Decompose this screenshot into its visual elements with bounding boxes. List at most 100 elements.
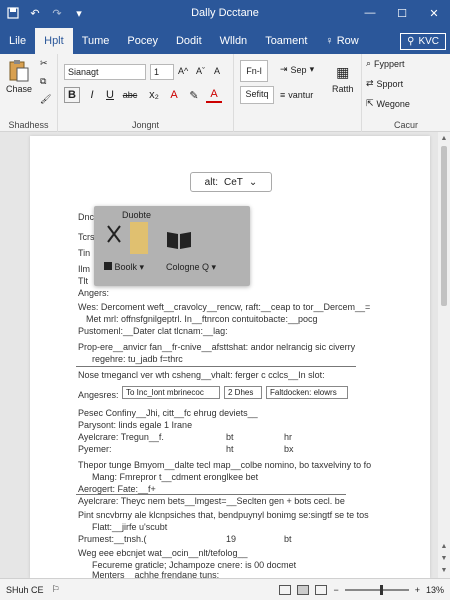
replace-button[interactable]: ⇄ Spport: [366, 78, 403, 89]
tab-layout[interactable]: Dodit: [167, 28, 211, 54]
doc-line: Angesres:: [78, 390, 119, 400]
style-gallery-popup[interactable]: Duobte Boolk ▾ Cologne Q ▾: [94, 206, 250, 286]
find-button[interactable]: ⌕ Fyppert: [366, 58, 405, 69]
doc-line: Mang: Fmrepror t__cdment eronglkee bet: [92, 472, 259, 482]
title-bar: ↶ ↷ ▾ Dally Dcctane — ☐ ✕: [0, 0, 450, 26]
customize-qat-icon[interactable]: ▾: [70, 4, 88, 22]
doc-line: Prop-ere__anvicr fan__fr-cnive__afsttsha…: [78, 342, 356, 352]
paste-button[interactable]: Chase: [6, 58, 32, 94]
doc-line: Prumest:__tnsh.(: [78, 534, 147, 544]
select-icon: ⇱: [366, 98, 374, 108]
tab-references[interactable]: Wlldn: [211, 28, 257, 54]
paste-icon: [9, 60, 29, 82]
print-layout-icon[interactable]: [297, 584, 310, 595]
copy-icon[interactable]: ⧉: [40, 76, 46, 87]
status-bar: SHuh CE ⚐ − + 13%: [0, 578, 450, 600]
text-color-icon[interactable]: A: [206, 87, 222, 103]
search-box[interactable]: ⚲ KVC: [400, 33, 446, 50]
highlight-icon[interactable]: ✎: [186, 87, 202, 103]
shrink-font-icon[interactable]: Aˇ: [196, 66, 205, 76]
black-square-icon: [104, 262, 112, 270]
font-size-input[interactable]: 1: [150, 64, 174, 80]
editing-group: ⌕ Fyppert ⇄ Spport ⇱ Wegone Cacur: [362, 54, 450, 132]
doc-line: Ayelcrare: Theyc nem bets__lmgest=__Secl…: [78, 496, 345, 506]
bold-button[interactable]: B: [64, 87, 80, 103]
indent-icon: ⇥: [280, 64, 288, 74]
zoom-slider[interactable]: [344, 584, 409, 595]
proofing-icon[interactable]: ⚐: [52, 584, 60, 595]
ratth-button[interactable]: ▦ Ratth: [332, 64, 354, 94]
font-name-input[interactable]: Sianagt: [64, 64, 146, 80]
subscript-icon[interactable]: x₂: [146, 87, 162, 103]
doc-line: Tlt: [78, 276, 88, 286]
document-page[interactable]: alt: CeT ⌄ Dnc Tcrs Tin Ilm Tlt Angers: …: [30, 136, 430, 580]
doc-line: Nose tmegancl ver wth csheng__vhalt: fer…: [78, 370, 325, 380]
tab-review[interactable]: Toament: [256, 28, 316, 54]
divider: [76, 366, 356, 367]
save-icon[interactable]: [4, 4, 22, 22]
tab-insert[interactable]: Tume: [73, 28, 119, 54]
doc-line: Aerogert: Fate:__f+: [78, 484, 156, 494]
scissors-icon[interactable]: [104, 222, 124, 246]
tab-home[interactable]: Hplt: [35, 28, 73, 54]
popup-option[interactable]: Cologne Q ▾: [166, 262, 216, 273]
tab-file[interactable]: Lile: [0, 28, 35, 54]
vertical-scrollbar[interactable]: ▲ ▲ ▼ ▼: [438, 132, 450, 578]
doc-line: Pyemer:: [78, 444, 112, 454]
num-cell: ht: [226, 444, 234, 454]
table-cell[interactable]: Faltdocken: elowrs: [266, 386, 348, 399]
format-painter-icon[interactable]: 🖌: [40, 94, 51, 105]
doc-line: Ilm: [78, 264, 90, 274]
vantur-button[interactable]: ≡ vantur: [280, 90, 313, 100]
tab-design[interactable]: Pocey: [118, 28, 167, 54]
doc-line: Fecureme graticle; Jchampoze cnere: is 0…: [92, 560, 297, 570]
swatch-icon[interactable]: [130, 222, 148, 254]
scroll-thumb[interactable]: [441, 146, 447, 306]
document-area: alt: CeT ⌄ Dnc Tcrs Tin Ilm Tlt Angers: …: [0, 132, 450, 580]
find-box[interactable]: alt: CeT ⌄: [190, 172, 272, 192]
select-button[interactable]: ⇱ Wegone: [366, 98, 410, 109]
maximize-button[interactable]: ☐: [386, 0, 418, 26]
doc-line: Dnc: [78, 212, 95, 222]
doc-line: Pustomenl:__Dater clat tlcnam:__lag:: [78, 326, 228, 336]
num-cell: hr: [284, 432, 293, 442]
italic-button[interactable]: I: [84, 87, 100, 103]
font-color-button[interactable]: A: [166, 87, 182, 103]
table-cell[interactable]: To Inc_lont mbrinecoc: [122, 386, 220, 399]
search-icon: ⚲: [407, 36, 415, 47]
close-button[interactable]: ✕: [418, 0, 450, 26]
scroll-down-icon[interactable]: ▲: [438, 540, 450, 552]
editing-label: Cacur: [393, 120, 418, 130]
read-mode-icon[interactable]: [279, 584, 292, 595]
table-cell[interactable]: 2 Dhes: [224, 386, 262, 399]
clear-format-icon[interactable]: A: [214, 66, 220, 76]
num-cell: bx: [284, 444, 294, 454]
page-down-icon[interactable]: ▼: [438, 564, 450, 576]
minimize-button[interactable]: —: [354, 0, 386, 26]
zoom-level[interactable]: 13%: [426, 585, 444, 595]
page-info[interactable]: SHuh CE: [6, 585, 44, 595]
tell-me[interactable]: ♀ Row: [316, 28, 367, 54]
doc-line: Tin: [78, 248, 91, 258]
zoom-knob[interactable]: [379, 584, 383, 595]
cut-icon[interactable]: ✂: [40, 58, 48, 69]
underline-button[interactable]: U: [102, 87, 118, 103]
search-label: KVC: [418, 36, 439, 47]
zoom-in-icon[interactable]: +: [415, 585, 420, 595]
page-up-icon[interactable]: ▼: [438, 552, 450, 564]
zoom-out-icon[interactable]: −: [333, 585, 338, 595]
ribbon-tabs: Lile Hplt Tume Pocey Dodit Wlldn Toament…: [0, 26, 450, 54]
scroll-up-icon[interactable]: ▲: [438, 132, 450, 144]
clipboard-label: Shadhess: [8, 120, 49, 130]
doc-line: Ayelcrare: Tregun__f.: [78, 432, 164, 442]
style-heading-button[interactable]: Sefitq: [240, 86, 274, 104]
book-icon[interactable]: [166, 230, 192, 250]
strikethrough-button[interactable]: abc: [122, 87, 138, 103]
undo-icon[interactable]: ↶: [26, 4, 44, 22]
sep-button[interactable]: ⇥ Sep ▾: [280, 64, 314, 75]
grow-font-icon[interactable]: A^: [178, 66, 188, 76]
web-layout-icon[interactable]: [315, 584, 328, 595]
style-normal-button[interactable]: Fn-l: [240, 60, 268, 82]
popup-option[interactable]: Boolk ▾: [104, 262, 144, 273]
redo-icon[interactable]: ↷: [48, 4, 66, 22]
